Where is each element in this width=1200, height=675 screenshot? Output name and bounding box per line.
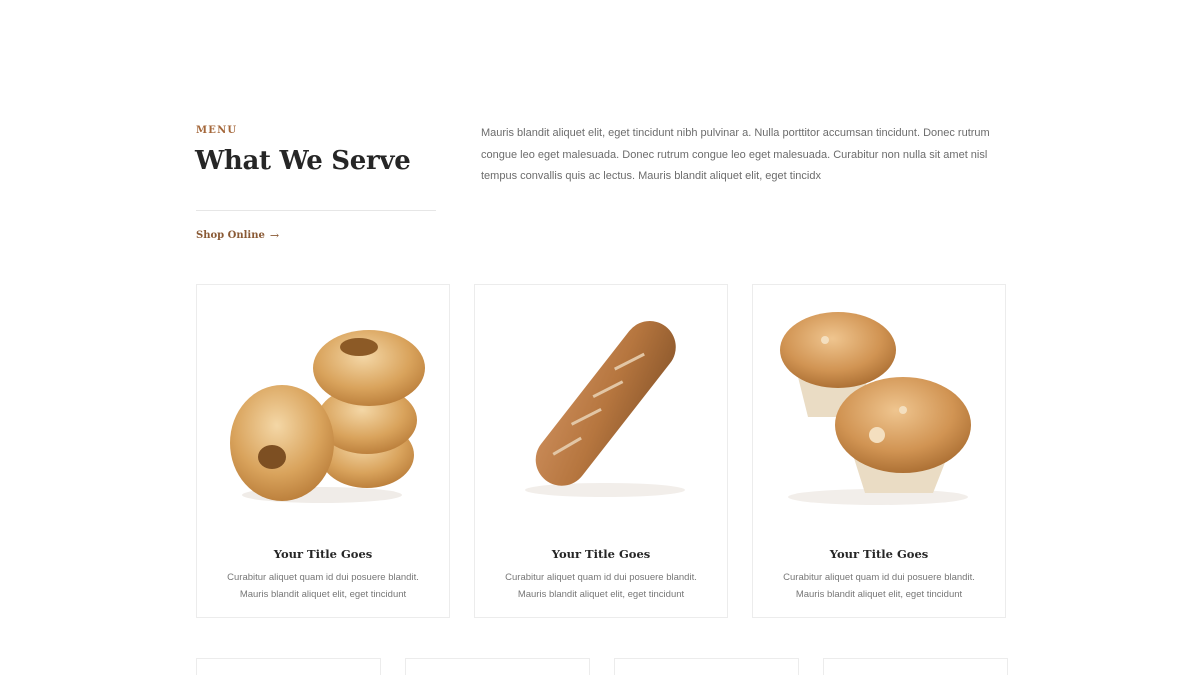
menu-cards: Your Title Goes Curabitur aliquet quam i… [196, 284, 1006, 618]
menu-card-partial[interactable] [823, 658, 1008, 675]
card-text: Curabitur aliquet quam id dui posuere bl… [505, 572, 697, 600]
shop-online-label: Shop Online [196, 230, 265, 241]
baguette-image [525, 321, 685, 497]
card-title: Your Title Goes [829, 547, 929, 561]
section-divider [196, 210, 436, 211]
menu-card-muffins[interactable]: Your Title Goes Curabitur aliquet quam i… [752, 284, 1006, 618]
intro-paragraph: Mauris blandit aliquet elit, eget tincid… [481, 127, 990, 182]
arrow-right-icon: → [269, 229, 280, 242]
shop-online-link[interactable]: Shop Online → [196, 229, 279, 242]
menu-card-partial[interactable] [405, 658, 590, 675]
menu-card-bagels[interactable]: Your Title Goes Curabitur aliquet quam i… [196, 284, 450, 618]
card-title: Your Title Goes [551, 547, 651, 561]
bagels-image [230, 330, 425, 503]
next-row-cards [196, 658, 1008, 675]
menu-eyebrow: MENU [196, 125, 238, 136]
card-text: Curabitur aliquet quam id dui posuere bl… [227, 572, 419, 600]
muffins-image [780, 312, 971, 505]
menu-card-baguette[interactable]: Your Title Goes Curabitur aliquet quam i… [474, 284, 728, 618]
section-title: What We Serve [195, 146, 411, 176]
menu-card-partial[interactable] [196, 658, 381, 675]
card-text: Curabitur aliquet quam id dui posuere bl… [783, 572, 975, 600]
menu-card-partial[interactable] [614, 658, 799, 675]
card-title: Your Title Goes [273, 547, 373, 561]
